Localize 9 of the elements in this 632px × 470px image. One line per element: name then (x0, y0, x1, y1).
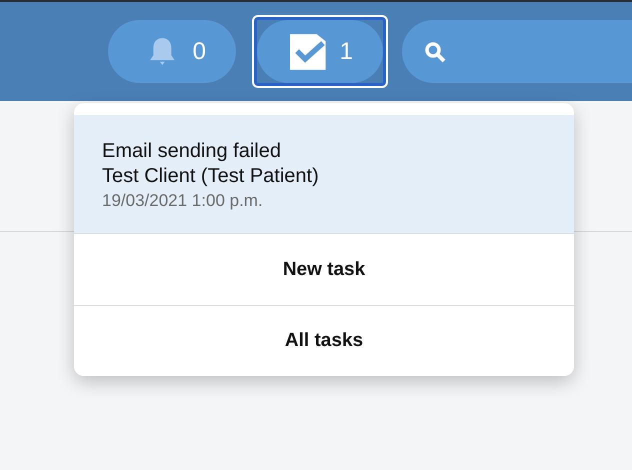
task-title: Email sending failed (102, 139, 282, 164)
search-icon (424, 40, 446, 62)
menu-action[interactable]: New task (74, 234, 574, 305)
menu-action[interactable]: All tasks (74, 305, 574, 376)
search-field[interactable] (402, 20, 632, 83)
task-item[interactable]: Email sending failed Test Client (Test Patient) 19/03/2021 1:00 p.m. (74, 115, 574, 234)
task-time: 19/03/2021 1:00 p.m. (102, 190, 264, 212)
checkbox-icon (290, 32, 326, 72)
task-subject: Test Client (Test Patient) (102, 164, 320, 189)
